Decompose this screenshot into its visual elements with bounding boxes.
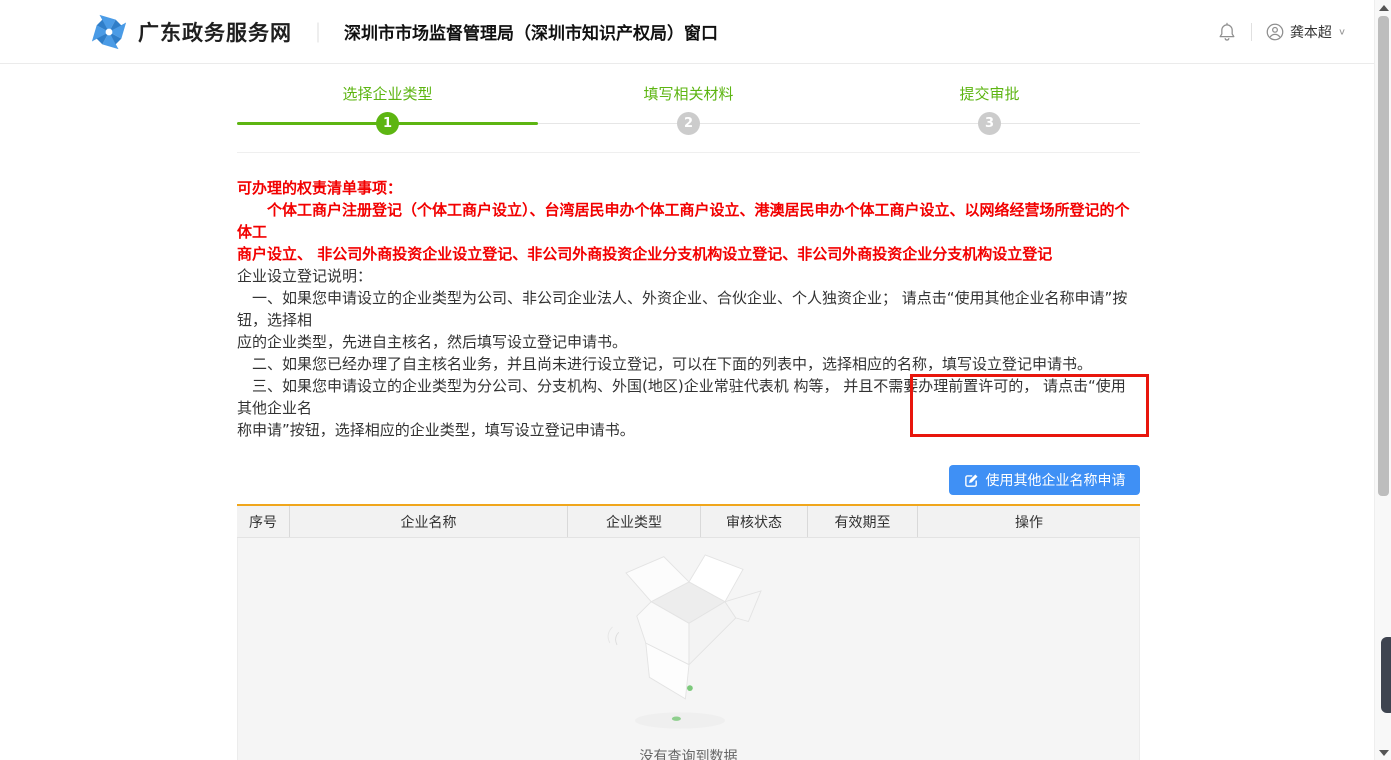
header-divider [1251, 23, 1252, 41]
step-label-1: 选择企业类型 [237, 83, 538, 104]
step-label-2: 填写相关材料 [538, 83, 839, 104]
gdzwfw-logo-icon [90, 13, 128, 51]
scrollbar-thumb[interactable] [1378, 16, 1389, 496]
user-avatar-icon [1266, 23, 1284, 41]
site-name: 广东政务服务网 [138, 17, 292, 47]
instruction-line: 二、如果您已经办理了自主核名业务，并且尚未进行设立登记，可以在下面的列表中，选择… [237, 353, 1140, 375]
notification-bell-icon[interactable] [1217, 21, 1237, 43]
col-header-company-name: 企业名称 [289, 506, 567, 537]
scrollbar-down-arrow-icon[interactable] [1379, 750, 1389, 756]
col-header-valid-until: 有效期至 [807, 506, 917, 537]
steps-divider [237, 152, 1140, 153]
step-label-3: 提交审批 [839, 83, 1140, 104]
window-title: 深圳市市场监督管理局（深圳市知识产权局）窗口 [344, 19, 718, 44]
notice-line: 个体工商户注册登记（个体工商户设立）、台湾居民申办个体工商户设立、港澳居民申办个… [237, 199, 1140, 243]
main-content: 选择企业类型 填写相关材料 提交审批 1 2 3 可办理的权责清单事项： 个体工… [237, 83, 1140, 760]
empty-state-text: 没有查询到数据 [640, 746, 738, 760]
notice-line: 商户设立、 非公司外商投资企业设立登记、非公司外商投资企业分支机构设立登记、非公… [237, 243, 1140, 265]
company-name-table: 序号 企业名称 企业类型 审核状态 有效期至 操作 [237, 504, 1140, 760]
use-other-name-button-label: 使用其他企业名称申请 [986, 470, 1126, 490]
instruction-line: 称申请”按钮，选择相应的企业类型，填写设立登记申请书。 [237, 419, 1140, 441]
table-header-row: 序号 企业名称 企业类型 审核状态 有效期至 操作 [237, 506, 1140, 538]
action-row: 使用其他企业名称申请 [237, 465, 1140, 495]
instruction-line: 一、如果您申请设立的企业类型为公司、非公司企业法人、外资企业、合伙企业、个人独资… [237, 287, 1140, 331]
user-menu[interactable]: 龚本超 ∨ [1266, 22, 1346, 42]
page: 广东政务服务网 ｜ 深圳市市场监督管理局（深圳市知识产权局）窗口 龚本超 ∨ [0, 0, 1391, 760]
notice-block: 可办理的权责清单事项： 个体工商户注册登记（个体工商户设立）、台湾居民申办个体工… [237, 177, 1140, 265]
instruction-line: 三、如果您申请设立的企业类型为分公司、分支机构、外国(地区)企业常驻代表机 构等… [237, 375, 1140, 419]
step-circle-2: 2 [677, 112, 700, 135]
steps-progress: 1 2 3 [237, 112, 1140, 136]
chevron-down-icon: ∨ [1338, 26, 1346, 36]
col-header-actions: 操作 [917, 506, 1140, 537]
floating-side-widget[interactable] [1381, 637, 1391, 713]
header-right: 龚本超 ∨ [1217, 21, 1346, 43]
empty-box-illustration [599, 544, 779, 744]
header-separator: ｜ [308, 17, 328, 46]
instructions-block: 企业设立登记说明： 一、如果您申请设立的企业类型为公司、非公司企业法人、外资企业… [237, 265, 1140, 441]
table-empty-body: 没有查询到数据 [237, 538, 1140, 760]
instruction-line: 应的企业类型，先进自主核名，然后填写设立登记申请书。 [237, 331, 1140, 353]
col-header-index: 序号 [237, 506, 289, 537]
scrollbar-up-arrow-icon[interactable] [1379, 5, 1389, 11]
instructions-heading: 企业设立登记说明： [237, 265, 1140, 287]
col-header-review-status: 审核状态 [700, 506, 807, 537]
steps-labels: 选择企业类型 填写相关材料 提交审批 [237, 83, 1140, 104]
col-header-company-type: 企业类型 [567, 506, 700, 537]
use-other-name-button[interactable]: 使用其他企业名称申请 [949, 465, 1140, 495]
user-name: 龚本超 [1290, 22, 1332, 42]
edit-icon [964, 473, 979, 488]
header: 广东政务服务网 ｜ 深圳市市场监督管理局（深圳市知识产权局）窗口 龚本超 ∨ [0, 0, 1374, 64]
step-circle-3: 3 [978, 112, 1001, 135]
notice-heading: 可办理的权责清单事项： [237, 177, 1140, 199]
step-circle-1: 1 [376, 112, 399, 135]
